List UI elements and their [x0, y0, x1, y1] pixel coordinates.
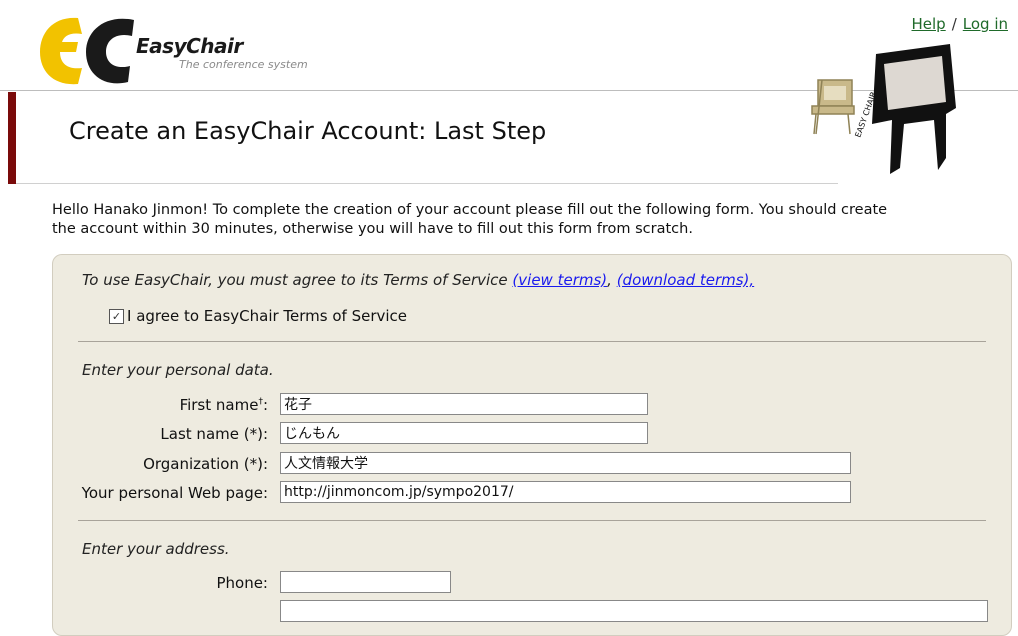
section-divider — [78, 341, 986, 342]
web-page-label: Your personal Web page: — [81, 484, 268, 502]
logo-tagline: The conference system — [179, 58, 308, 71]
title-accent-bar — [8, 92, 16, 184]
view-terms-link[interactable]: (view terms) — [512, 271, 607, 289]
logo-wordmark: EasyChair — [136, 34, 243, 58]
section-divider — [78, 520, 986, 521]
top-links: Help / Log in — [912, 15, 1009, 33]
login-link[interactable]: Log in — [963, 15, 1008, 33]
link-separator: / — [951, 15, 957, 33]
next-field-row — [53, 600, 1011, 624]
organization-label: Organization (*): — [143, 455, 268, 473]
download-terms-link[interactable]: (download terms), — [617, 271, 754, 289]
personal-data-heading: Enter your personal data. — [82, 361, 274, 379]
organization-row: Organization (*): — [53, 452, 1011, 476]
first-name-field[interactable] — [280, 393, 648, 415]
ec-logo-icon — [40, 17, 134, 85]
terms-text: To use EasyChair, you must agree to its … — [82, 271, 508, 289]
phone-row: Phone: — [53, 571, 1011, 595]
organization-field[interactable] — [280, 452, 851, 474]
address-heading: Enter your address. — [82, 540, 230, 558]
first-name-label: First name†: — [179, 396, 268, 414]
last-name-row: Last name (*): — [53, 422, 1011, 446]
easychair-logo[interactable]: EasyChair The conference system — [36, 8, 336, 88]
terms-notice: To use EasyChair, you must agree to its … — [82, 271, 755, 289]
address-field[interactable] — [280, 600, 988, 622]
last-name-label: Last name (*): — [160, 425, 268, 443]
agree-terms-label: I agree to EasyChair Terms of Service — [127, 307, 408, 325]
chairs-illustration-icon: EASY CHAIR — [811, 44, 956, 174]
phone-label: Phone: — [216, 574, 268, 592]
web-page-row: Your personal Web page: — [53, 481, 1011, 505]
registration-form: To use EasyChair, you must agree to its … — [52, 254, 1012, 636]
intro-text: Hello Hanako Jinmon! To complete the cre… — [52, 202, 888, 237]
web-page-field[interactable] — [280, 481, 851, 503]
phone-field[interactable] — [280, 571, 451, 593]
page-title: Create an EasyChair Account: Last Step — [69, 117, 547, 145]
last-name-field[interactable] — [280, 422, 648, 444]
title-divider — [16, 183, 838, 184]
agree-terms-checkbox[interactable]: ✓ — [109, 308, 124, 324]
first-name-row: First name†: — [53, 393, 1011, 417]
help-link[interactable]: Help — [912, 15, 946, 33]
agree-terms-option[interactable]: ✓ I agree to EasyChair Terms of Service — [109, 307, 407, 325]
